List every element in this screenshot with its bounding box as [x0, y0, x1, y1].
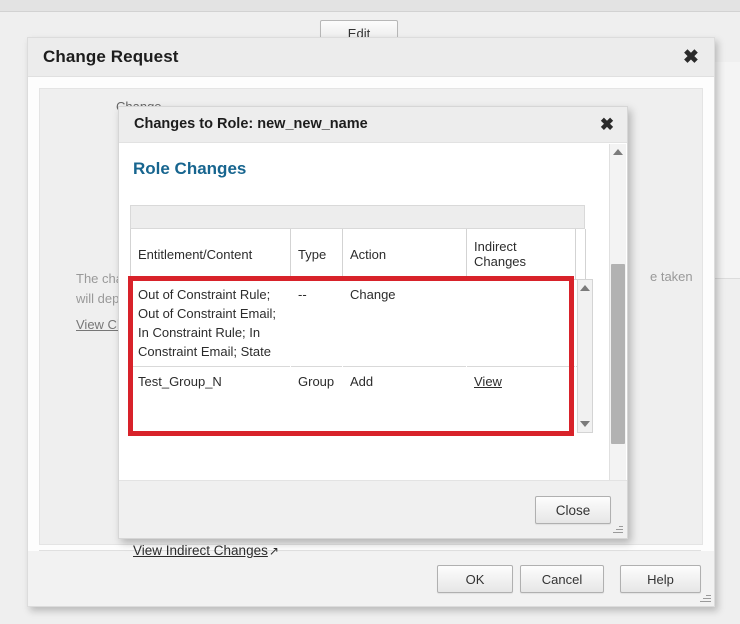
changes-to-role-body: Role Changes Entitlement/Content Type Ac… [119, 143, 627, 558]
view-indirect-changes-link[interactable]: View Indirect Changes↗ [133, 543, 279, 558]
cell-entitlement: Out of Constraint Rule; Out of Constrain… [130, 279, 291, 367]
column-header-action[interactable]: Action [342, 229, 467, 280]
change-request-title: Change Request [43, 47, 179, 66]
changes-to-role-footer: Close [119, 480, 627, 538]
change-request-footer: OK Cancel Help [28, 551, 714, 606]
close-icon[interactable]: ✖ [680, 46, 702, 68]
scrollbar-thumb[interactable] [611, 264, 625, 444]
table-header-row: Entitlement/Content Type Action Indirect… [130, 229, 586, 280]
table-row[interactable]: Test_Group_N Group Add View [130, 366, 586, 396]
help-button[interactable]: Help [620, 565, 701, 593]
view-indirect-changes-label: View Indirect Changes [133, 543, 268, 558]
role-changes-table-wrap: Entitlement/Content Type Action Indirect… [130, 205, 586, 396]
changes-to-role-title: Changes to Role: new_new_name [134, 116, 368, 132]
view-indirect-row-link[interactable]: View [474, 374, 502, 389]
scroll-up-icon[interactable] [610, 145, 626, 159]
table-vertical-scrollbar[interactable] [577, 279, 593, 433]
ok-button[interactable]: OK [437, 565, 513, 593]
changes-to-role-dialog: Changes to Role: new_new_name ✖ Role Cha… [118, 106, 628, 558]
column-header-indirect-changes[interactable]: Indirect Changes [466, 229, 576, 280]
cell-entitlement: Test_Group_N [130, 366, 291, 396]
cell-action: Change [342, 279, 467, 367]
cell-type: -- [290, 279, 343, 367]
cancel-button[interactable]: Cancel [520, 565, 604, 593]
resize-grip-icon[interactable] [699, 591, 711, 603]
close-icon[interactable]: ✖ [597, 114, 617, 134]
close-button[interactable]: Close [535, 496, 611, 524]
column-header-entitlement[interactable]: Entitlement/Content [130, 229, 291, 280]
scroll-up-icon[interactable] [578, 281, 592, 295]
change-description-right-fragment: e taken [650, 269, 693, 284]
column-header-spacer [575, 229, 586, 280]
cell-type: Group [290, 366, 343, 396]
cell-indirect-changes [466, 279, 576, 367]
change-request-titlebar: Change Request ✖ [28, 38, 714, 77]
table-row[interactable]: Out of Constraint Rule; Out of Constrain… [130, 279, 586, 367]
page-top-strip [0, 0, 740, 12]
cell-indirect-changes: View [466, 366, 576, 396]
table-toolbar [130, 205, 585, 229]
resize-grip-icon[interactable] [612, 523, 623, 534]
column-header-type[interactable]: Type [290, 229, 343, 280]
dialog-vertical-scrollbar[interactable] [609, 144, 626, 501]
changes-to-role-titlebar: Changes to Role: new_new_name ✖ [119, 107, 627, 143]
role-changes-heading: Role Changes [133, 159, 247, 178]
cell-action: Add [342, 366, 467, 396]
external-link-icon: ↗ [268, 544, 279, 558]
scroll-down-icon[interactable] [578, 417, 592, 431]
role-changes-table: Entitlement/Content Type Action Indirect… [130, 229, 586, 396]
